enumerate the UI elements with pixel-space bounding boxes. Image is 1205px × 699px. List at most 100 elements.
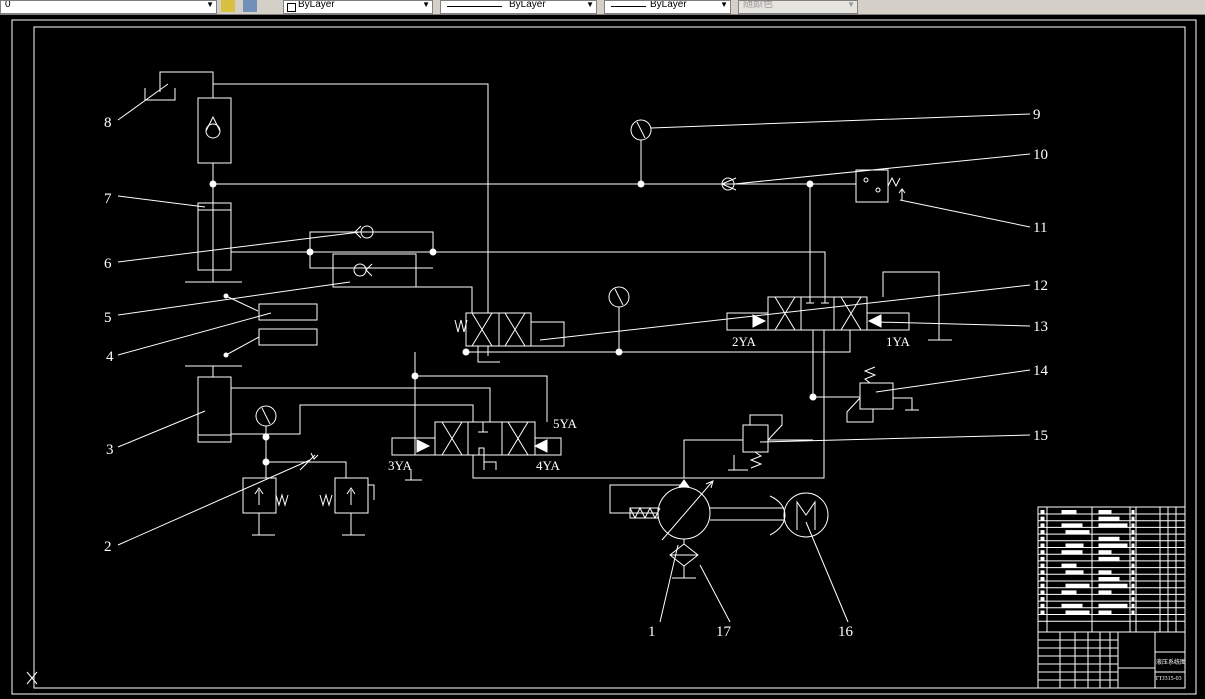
- inner-frame: [33, 26, 1186, 689]
- chevron-down-icon: ▼: [422, 0, 430, 9]
- title-block-cell: [1040, 583, 1045, 588]
- title-block-cell: [1040, 610, 1045, 615]
- title-block-cell: [1131, 597, 1135, 602]
- title-block-cell: [1061, 523, 1083, 528]
- title-block-cell: [1098, 570, 1112, 575]
- title-block-cell: [1131, 570, 1135, 575]
- chevron-down-icon: ▼: [720, 0, 728, 9]
- pressure-switch-11: [855, 169, 889, 203]
- callout-13: 13: [1033, 319, 1048, 335]
- title-block-cell: [1061, 590, 1077, 595]
- callout-9: 9: [1033, 107, 1041, 123]
- title-block-cell: [1098, 577, 1120, 581]
- title-block-cell: [1098, 610, 1112, 615]
- callout-11: 11: [1033, 220, 1047, 236]
- hydraulic-circuit: [144, 71, 952, 579]
- title-block-cell: [1040, 563, 1045, 568]
- linetype-dropdown[interactable]: ByLayer ▼: [440, 0, 597, 14]
- title-block-cell: [1040, 530, 1045, 535]
- callout-labels: 1 2 3 4 5 6 7 8 9 10 11 12 13 14 15 16 1…: [104, 107, 1049, 640]
- callout-15: 15: [1033, 428, 1048, 444]
- title-block-cell: [1040, 536, 1045, 541]
- plotstyle-dropdown[interactable]: 随颜色 ▼: [738, 0, 858, 14]
- relief-valve-15: [742, 424, 769, 453]
- title-block-cell: [1040, 556, 1045, 561]
- drawing-number: TTJ315-03: [1155, 676, 1182, 682]
- cylinder-7: [197, 202, 232, 271]
- valve-5: [332, 253, 417, 288]
- callout-14: 14: [1033, 363, 1049, 379]
- title-block-cell: [1131, 516, 1135, 521]
- lineweight-sample: [611, 6, 646, 7]
- valve-8: [197, 97, 232, 164]
- title-block-cell: [1061, 563, 1077, 568]
- title-block-cell: [1098, 583, 1128, 588]
- title-block-cell: [1098, 536, 1120, 541]
- title-block-cell: [1040, 597, 1045, 602]
- title-block-cell: [1065, 530, 1090, 535]
- title-block-cell: [1040, 570, 1045, 575]
- limit-switch-4b: [258, 328, 318, 346]
- title-block-cell: [1131, 563, 1135, 568]
- ucs-icon: [26, 671, 38, 685]
- title-block-cell: [1131, 530, 1135, 535]
- callout-2: 2: [104, 539, 112, 555]
- title-block-cell: [1131, 556, 1135, 561]
- title-block-cell: [1098, 556, 1120, 561]
- cylinder-3: [197, 376, 232, 443]
- title-block-cell: [1098, 543, 1128, 548]
- solenoid-5ya: 5YA: [553, 416, 577, 431]
- chevron-down-icon: ▼: [847, 0, 855, 9]
- title-block-cell: [1131, 550, 1135, 555]
- title-block-cell: [1065, 610, 1090, 615]
- callout-12: 12: [1033, 278, 1048, 294]
- layer-dropdown[interactable]: 0 ▼: [0, 0, 217, 14]
- properties-toolbar: 0 ▼ ByLayer ▼ ByLayer ▼ ByLayer ▼ 随颜色 ▼: [0, 0, 1205, 15]
- callout-1: 1: [648, 624, 656, 640]
- color-dropdown[interactable]: ByLayer ▼: [283, 0, 433, 14]
- callout-16: 16: [838, 624, 854, 640]
- title-block-cell: [1098, 550, 1112, 555]
- callout-4: 4: [106, 349, 114, 365]
- title-block-cell: [1131, 590, 1135, 595]
- callout-17: 17: [716, 624, 732, 640]
- title-block-text: 液压系统图 TTJ315-03: [1155, 658, 1186, 682]
- limit-switch-4a: [258, 303, 318, 321]
- title-block-cell: [1061, 603, 1083, 608]
- title-block-cell: [1131, 536, 1135, 541]
- linetype-sample: [447, 6, 502, 7]
- solenoid-3ya: 3YA: [388, 458, 412, 473]
- callout-10: 10: [1033, 147, 1048, 163]
- title-block-cell: [1040, 510, 1045, 514]
- callout-6: 6: [104, 256, 112, 272]
- drawing-name: 液压系统图: [1156, 658, 1186, 666]
- title-block-cell: [1098, 510, 1112, 514]
- title-block-cell: [1040, 603, 1045, 608]
- title-block-cell: [1061, 510, 1077, 514]
- title-block-cell: [1131, 543, 1135, 548]
- title-block-cell: [1040, 543, 1045, 548]
- drawing-canvas[interactable]: 1 2 3 4 5 6 7 8 9 10 11 12 13 14 15 16 1…: [0, 15, 1205, 699]
- title-block-cell: [1131, 603, 1135, 608]
- chevron-down-icon: ▼: [586, 0, 594, 9]
- title-block-cell: [1040, 516, 1045, 521]
- outer-border: [11, 19, 1197, 695]
- title-block-cell: [1061, 550, 1083, 555]
- title-block-cell: [1098, 516, 1120, 521]
- title-block-cell: [1131, 583, 1135, 588]
- solenoid-1ya: 1YA: [886, 334, 910, 349]
- title-block-cell: [1131, 610, 1135, 615]
- title-block-cell: [1065, 543, 1084, 548]
- layer-make-current-icon[interactable]: [221, 0, 235, 12]
- leader-lines: [117, 83, 1031, 623]
- title-block-cell: [1131, 523, 1135, 528]
- title-block-cell: [1065, 583, 1090, 588]
- title-block-cell: [1131, 510, 1135, 514]
- title-block-cell: [1065, 570, 1084, 575]
- title-block-cell: [1040, 550, 1045, 555]
- title-block-cell: [1098, 523, 1128, 528]
- callout-3: 3: [106, 442, 114, 458]
- callout-8: 8: [104, 115, 112, 131]
- lineweight-dropdown[interactable]: ByLayer ▼: [604, 0, 731, 14]
- layer-previous-icon[interactable]: [243, 0, 257, 12]
